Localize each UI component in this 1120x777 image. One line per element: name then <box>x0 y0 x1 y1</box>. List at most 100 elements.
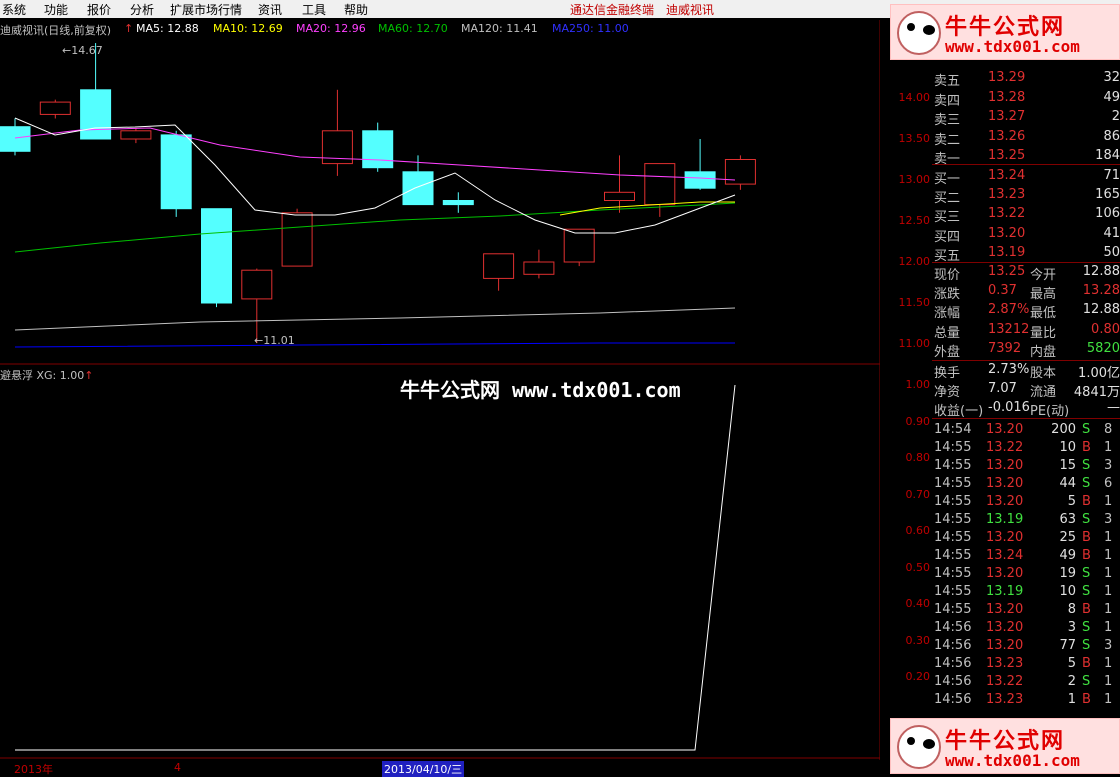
tick-time: 14:55 <box>934 440 972 455</box>
tick-count: 1 <box>1104 530 1113 545</box>
indicator-tick: 0.60 <box>905 524 931 537</box>
stat-value: 0.37 <box>988 283 1017 299</box>
candle-body <box>120 130 152 140</box>
stat-value2: 0.80 <box>1091 321 1120 337</box>
tick-count: 1 <box>1104 440 1113 455</box>
tick-price: 13.20 <box>986 620 1024 635</box>
price-tick: 13.00 <box>898 173 931 186</box>
stat-row: 涨跌 0.37 最高 13.28 <box>932 283 1120 302</box>
tick-volume: 3 <box>1067 620 1076 635</box>
tick-time: 14:55 <box>934 458 972 473</box>
stat-label: 换手 <box>934 366 961 381</box>
stat-label2: 内盘 <box>1030 344 1057 360</box>
price-tick: 11.50 <box>898 296 931 309</box>
tick-count: 1 <box>1104 692 1113 707</box>
stat-label: 涨跌 <box>934 287 961 303</box>
tick-time: 14:56 <box>934 674 972 689</box>
indicator-tick: 0.90 <box>905 414 931 428</box>
tick-volume: 200 <box>1051 422 1076 437</box>
tick-count: 1 <box>1104 566 1113 581</box>
tick-volume: 49 <box>1059 548 1076 563</box>
stat-value: 13212 <box>988 321 1030 337</box>
stat-value2: 1.00亿 <box>1078 366 1120 381</box>
candle-body <box>483 253 515 279</box>
tick-time: 14:55 <box>934 548 972 563</box>
ask-volume: 2 <box>1111 109 1120 124</box>
tick-side: B <box>1082 692 1091 707</box>
tick-row: 14:55 13.20 15 S 3 <box>932 458 1120 476</box>
panel-divider <box>932 164 1120 165</box>
tick-row: 14:55 13.19 10 S 1 <box>932 584 1120 602</box>
tick-time: 14:55 <box>934 584 972 599</box>
tick-row: 14:55 13.22 10 B 1 <box>932 440 1120 458</box>
bid-volume: 71 <box>1103 168 1120 183</box>
candle-body <box>724 159 756 185</box>
watermark-text: 牛牛公式网 www.tdx001.com <box>400 378 681 402</box>
bid-row: 买二 13.23 165 <box>932 187 1120 206</box>
tick-price: 13.20 <box>986 530 1024 545</box>
logo-url: www.tdx001.com <box>945 37 1080 56</box>
stat-label: 总量 <box>934 325 961 341</box>
stat-label2: 流通 <box>1030 385 1057 401</box>
bid-price: 13.22 <box>988 206 1026 222</box>
tick-side: S <box>1082 476 1091 491</box>
tick-row: 14:56 13.23 5 B 1 <box>932 656 1120 674</box>
stat-label2: 今开 <box>1030 268 1057 283</box>
tick-price: 13.20 <box>986 476 1024 491</box>
stat-value2: 12.88 <box>1082 264 1120 279</box>
stat-value: 7392 <box>988 340 1022 356</box>
bid-label: 买二 <box>934 191 961 207</box>
tick-row: 14:56 13.22 2 S 1 <box>932 674 1120 692</box>
panel-divider <box>932 418 1120 419</box>
ma120-line <box>14 307 736 331</box>
tick-price: 13.20 <box>986 494 1024 509</box>
tick-price: 13.20 <box>986 566 1024 581</box>
stat-value2: 5820 <box>1086 340 1120 356</box>
candle-body <box>39 101 71 115</box>
tick-time: 14:55 <box>934 476 972 491</box>
bid-price: 13.24 <box>988 168 1026 183</box>
high-price-label: ←14.67 <box>62 44 103 57</box>
ma250-line <box>14 342 735 348</box>
tick-row: 14:56 13.20 77 S 3 <box>932 638 1120 656</box>
bid-volume: 106 <box>1095 206 1120 222</box>
tick-side: S <box>1082 566 1091 581</box>
panel-divider <box>932 262 1120 263</box>
price-axis: 14.00 13.50 13.00 12.50 12.00 11.50 11.00 <box>880 20 932 380</box>
tick-row: 14:56 13.20 3 S 1 <box>932 620 1120 638</box>
tick-count: 1 <box>1104 602 1113 617</box>
tick-price: 13.20 <box>986 602 1024 617</box>
ma60-line <box>14 202 736 253</box>
tick-side: S <box>1082 674 1091 689</box>
quote-panel: 委比16.41%82卖五13.2932卖四13.2849卖三13.272卖二13… <box>932 40 1120 775</box>
tick-row: 14:55 13.20 44 S 6 <box>932 476 1120 494</box>
ask-price: 13.28 <box>988 89 1026 105</box>
indicator-tick: 0.70 <box>905 487 931 501</box>
bid-label: 买一 <box>934 172 961 187</box>
tick-count: 8 <box>1104 422 1113 437</box>
tick-side: S <box>1082 422 1091 437</box>
bid-label: 买四 <box>934 229 961 245</box>
tick-side: S <box>1082 638 1091 653</box>
stat-label: 外盘 <box>934 344 961 360</box>
tick-volume: 77 <box>1059 638 1076 653</box>
stat-label2: 量比 <box>1030 325 1057 341</box>
tick-price: 13.19 <box>986 512 1024 527</box>
tick-price: 13.22 <box>986 674 1024 689</box>
tick-count: 1 <box>1104 674 1113 689</box>
candle-body <box>362 130 394 169</box>
indicator-axis: 1.00 0.90 0.80 0.70 0.60 0.50 0.40 0.30 0.20 <box>880 365 932 760</box>
candle-body <box>644 163 676 206</box>
ask-volume: 184 <box>1095 148 1120 163</box>
tick-time: 14:56 <box>934 656 972 671</box>
ask-volume: 86 <box>1103 128 1120 144</box>
bid-price: 13.20 <box>988 225 1026 241</box>
stat-row: 涨幅 2.87% 最低 12.88 <box>932 302 1120 321</box>
candle-body <box>684 171 716 189</box>
stat-row: 收益(一) -0.016 PE(动) — <box>932 400 1120 419</box>
candle-body <box>160 134 192 210</box>
stat-value2: 12.88 <box>1082 302 1120 318</box>
bid-volume: 165 <box>1095 187 1120 203</box>
tick-side: S <box>1082 458 1091 473</box>
stat-label: 收益(一) <box>934 404 984 420</box>
